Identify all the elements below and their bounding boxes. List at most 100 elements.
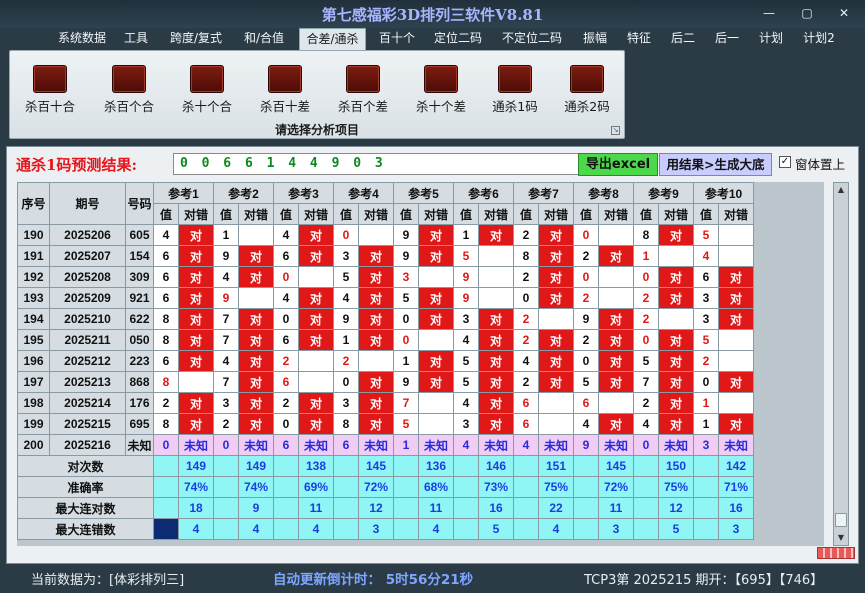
vertical-scrollbar[interactable]: ▲ ▼ bbox=[833, 182, 849, 546]
ref-value: 9 bbox=[453, 287, 479, 309]
stat-spacer bbox=[273, 497, 299, 519]
ref-value: 4 bbox=[453, 392, 479, 414]
row-number: 868 bbox=[125, 371, 154, 393]
row-number: 622 bbox=[125, 308, 154, 330]
menu-item-span[interactable]: 跨度/复式 bbox=[162, 28, 230, 48]
ref-value: 5 bbox=[333, 266, 359, 288]
ref-result: 对 bbox=[658, 392, 694, 414]
stat-value: 136 bbox=[418, 455, 454, 477]
ref-result: 对 bbox=[538, 224, 574, 246]
close-button[interactable]: ✕ bbox=[832, 4, 856, 22]
menu-item-tools[interactable]: 工具 bbox=[118, 28, 154, 48]
ref-value: 3 bbox=[453, 308, 479, 330]
stat-label: 最大连错数 bbox=[17, 518, 154, 540]
generate-base-button[interactable]: 用结果>生成大底 bbox=[659, 153, 772, 176]
tool-kill-bg-sum[interactable]: 杀百个合 bbox=[94, 65, 164, 115]
ref-result: 对 bbox=[538, 245, 574, 267]
menu-item-system-data[interactable]: 系统数据 bbox=[52, 28, 112, 48]
expand-icon[interactable]: ↘ bbox=[611, 126, 620, 135]
menu-item-hundreds[interactable]: 百十个 bbox=[372, 28, 422, 48]
ref-value: 9 bbox=[573, 308, 599, 330]
topmost-checkbox[interactable]: ✓ bbox=[779, 156, 791, 168]
menu-item-diff-kill[interactable]: 合差/通杀 bbox=[299, 28, 366, 50]
menu-item-position-two[interactable]: 定位二码 bbox=[428, 28, 488, 48]
ref-result: 对 bbox=[178, 266, 214, 288]
update-countdown: 自动更新倒计时： 5时56分21秒 bbox=[273, 572, 474, 588]
tool-kill-sg-sum[interactable]: 杀十个合 bbox=[172, 65, 242, 115]
ref-result: 对 bbox=[178, 413, 214, 435]
ref-value: 0 bbox=[333, 371, 359, 393]
ref-value: 2 bbox=[273, 350, 299, 372]
tool-kill-two-code[interactable]: 通杀2码 bbox=[552, 65, 622, 115]
menu-item-feature[interactable]: 特征 bbox=[621, 28, 657, 48]
ref-value: 2 bbox=[633, 308, 659, 330]
minimize-icon: — bbox=[763, 6, 775, 20]
export-excel-button[interactable]: 导出excel bbox=[578, 153, 658, 176]
restore-button[interactable]: ▢ bbox=[795, 4, 819, 22]
ref-result: 对 bbox=[598, 350, 634, 372]
ref-result: 未知 bbox=[238, 434, 274, 456]
ref-value: 4 bbox=[273, 224, 299, 246]
ref-result bbox=[658, 245, 694, 267]
ref-result: 未知 bbox=[718, 434, 754, 456]
stat-spacer bbox=[273, 476, 299, 498]
menu-item-amplitude[interactable]: 振幅 bbox=[577, 28, 613, 48]
menu-item-plan2[interactable]: 计划2 bbox=[798, 28, 840, 48]
menu-item-last-one[interactable]: 后一 bbox=[709, 28, 745, 48]
ref-value: 2 bbox=[513, 371, 539, 393]
ref-value: 8 bbox=[153, 308, 179, 330]
header-ref: 参考2 bbox=[213, 182, 274, 204]
latest-draw-status: TCP3第 2025215 期开：【695】【746】 bbox=[584, 573, 824, 588]
header-value: 值 bbox=[633, 203, 659, 225]
ref-result: 未知 bbox=[538, 434, 574, 456]
ref-result: 对 bbox=[358, 329, 394, 351]
header-result: 对错 bbox=[538, 203, 574, 225]
header-value: 值 bbox=[213, 203, 239, 225]
menu-item-plan[interactable]: 计划 bbox=[753, 28, 789, 48]
header-value: 值 bbox=[273, 203, 299, 225]
header-seq: 序号 bbox=[17, 182, 50, 225]
ref-value: 2 bbox=[633, 287, 659, 309]
ref-value: 6 bbox=[153, 287, 179, 309]
ref-result bbox=[298, 371, 334, 393]
ref-result: 对 bbox=[358, 371, 394, 393]
ref-value: 4 bbox=[513, 350, 539, 372]
header-result: 对错 bbox=[298, 203, 334, 225]
stat-value: 12 bbox=[358, 497, 394, 519]
ref-result: 对 bbox=[658, 266, 694, 288]
header-ref: 参考5 bbox=[393, 182, 454, 204]
header-ref: 参考8 bbox=[573, 182, 634, 204]
tool-kill-bs-sum[interactable]: 杀百十合 bbox=[15, 65, 85, 115]
scroll-thumb[interactable] bbox=[835, 513, 847, 527]
tool-kill-sg-diff[interactable]: 杀十个差 bbox=[406, 65, 476, 115]
tool-kill-bg-diff[interactable]: 杀百个差 bbox=[328, 65, 398, 115]
ref-result: 对 bbox=[478, 392, 514, 414]
ref-result bbox=[418, 266, 454, 288]
ref-result: 对 bbox=[598, 245, 634, 267]
tool-kill-bs-diff[interactable]: 杀百十差 bbox=[250, 65, 320, 115]
scroll-up-icon[interactable]: ▲ bbox=[834, 183, 848, 197]
scroll-down-icon[interactable]: ▼ bbox=[834, 531, 848, 545]
ref-value: 2 bbox=[633, 392, 659, 414]
ref-value: 5 bbox=[693, 329, 719, 351]
minimize-button[interactable]: — bbox=[757, 4, 781, 22]
ref-value: 5 bbox=[633, 350, 659, 372]
stat-value: 4 bbox=[418, 518, 454, 540]
ref-value: 9 bbox=[573, 434, 599, 456]
menu-item-nonposition-two[interactable]: 不定位二码 bbox=[496, 28, 568, 48]
menu-item-last-two[interactable]: 后二 bbox=[665, 28, 701, 48]
ref-value: 4 bbox=[153, 224, 179, 246]
ref-value: 6 bbox=[153, 245, 179, 267]
menu-item-sum[interactable]: 和/合值 bbox=[236, 28, 292, 48]
stat-spacer bbox=[573, 497, 599, 519]
prediction-field[interactable]: 0 0 6 6 1 4 4 9 0 3 bbox=[173, 153, 583, 175]
ref-value: 2 bbox=[213, 413, 239, 435]
row-number: 695 bbox=[125, 413, 154, 435]
tool-kill-one-code[interactable]: 通杀1码 bbox=[480, 65, 550, 115]
row-seq: 198 bbox=[17, 392, 50, 414]
ref-value: 0 bbox=[153, 434, 179, 456]
ref-result bbox=[478, 266, 514, 288]
stat-value: 4 bbox=[178, 518, 214, 540]
progress-indicator bbox=[817, 547, 855, 559]
ref-result: 对 bbox=[598, 308, 634, 330]
